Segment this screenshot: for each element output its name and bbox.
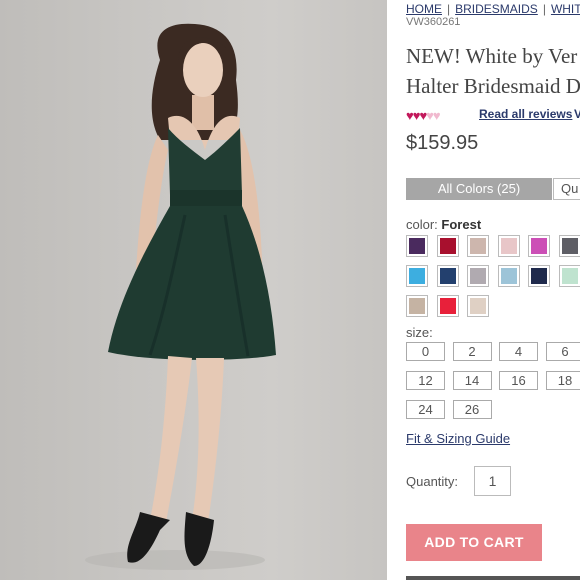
color-swatch[interactable] [497, 265, 520, 287]
color-swatch[interactable] [406, 295, 428, 317]
swatch-color-fill [561, 268, 578, 284]
breadcrumb: HOME | BRIDESMAIDS | WHITE [406, 2, 580, 16]
tab-all-colors[interactable]: All Colors (25) [406, 178, 552, 200]
quantity-input[interactable]: 1 [474, 466, 511, 496]
color-swatch[interactable] [467, 235, 489, 257]
color-swatch[interactable] [436, 235, 459, 257]
swatch-color-fill [561, 238, 578, 254]
tab-quick[interactable]: Qu [553, 178, 580, 200]
breadcrumb-bridesmaids[interactable]: BRIDESMAIDS [455, 2, 538, 16]
breadcrumb-separator: | [542, 2, 546, 16]
size-option-button[interactable]: 4 [499, 342, 538, 361]
size-option-button[interactable]: 16 [499, 371, 538, 390]
write-review-link[interactable]: V [574, 107, 580, 121]
swatch-color-fill [500, 268, 517, 284]
bottom-bar [406, 576, 580, 580]
color-swatch[interactable] [558, 265, 580, 287]
color-tabs: All Colors (25) Qu [406, 178, 580, 200]
swatch-color-fill [439, 298, 456, 314]
color-swatch[interactable] [436, 295, 459, 317]
color-swatch[interactable] [406, 265, 428, 287]
product-title-line2: Halter Bridesmaid D [406, 74, 580, 98]
breadcrumb-separator: | [447, 2, 451, 16]
swatch-color-fill [470, 298, 486, 314]
breadcrumb-white[interactable]: WHITE [551, 2, 580, 16]
color-label: color: Forest [406, 217, 481, 232]
size-option-button[interactable]: 6 [545, 342, 580, 361]
model-illustration [85, 23, 276, 570]
heart-icon-filled: ♥ [406, 108, 414, 123]
color-swatch[interactable] [467, 265, 489, 287]
swatch-color-fill [409, 238, 425, 254]
size-option-button[interactable]: 24 [406, 400, 445, 419]
read-reviews-link[interactable]: Read all reviews [479, 107, 572, 121]
breadcrumb-home[interactable]: HOME [406, 2, 442, 16]
selected-color-name: Forest [441, 217, 482, 232]
product-panel: HOME | BRIDESMAIDS | WHITE VW360261 NEW! Whi… [391, 0, 580, 580]
size-option-button[interactable]: 12 [406, 371, 445, 390]
color-swatch[interactable] [558, 235, 580, 257]
size-option-button[interactable]: 14 [452, 371, 492, 390]
add-to-cart-button[interactable]: ADD TO CART [406, 524, 542, 561]
color-swatch[interactable] [528, 235, 550, 257]
swatch-color-fill [500, 238, 517, 254]
product-price: $159.95 [406, 132, 479, 154]
product-title: NEW! White by Ver Halter Bridesmaid D [406, 41, 580, 101]
quantity-label: Quantity: [406, 474, 459, 489]
product-sku: VW360261 [406, 16, 461, 28]
swatch-color-fill [439, 268, 456, 284]
product-photo [0, 0, 390, 580]
fit-sizing-guide-link[interactable]: Fit & Sizing Guide [406, 431, 510, 446]
swatch-color-fill [470, 268, 486, 284]
color-swatch[interactable] [497, 235, 520, 257]
swatch-color-fill [409, 268, 425, 284]
size-option-button[interactable]: 18 [545, 371, 580, 390]
swatch-color-fill [439, 238, 456, 254]
color-swatch[interactable] [436, 265, 459, 287]
rating-hearts: ♥♥♥♥♥ [406, 108, 441, 123]
product-title-line1: NEW! White by Ver [406, 44, 578, 68]
color-swatch[interactable] [467, 295, 489, 317]
size-option-button[interactable]: 0 [406, 342, 445, 361]
swatch-color-fill [531, 268, 547, 284]
swatch-color-fill [531, 238, 547, 254]
size-option-button[interactable]: 26 [452, 400, 492, 419]
heart-icon-empty: ♥ [426, 108, 434, 123]
swatch-color-fill [409, 298, 425, 314]
color-label-text: color: [406, 217, 438, 232]
swatch-color-fill [470, 238, 486, 254]
size-option-button[interactable]: 2 [452, 342, 492, 361]
size-label: size: [406, 325, 433, 340]
color-swatch[interactable] [528, 265, 550, 287]
heart-icon-empty: ♥ [432, 108, 441, 123]
color-swatch[interactable] [406, 235, 428, 257]
